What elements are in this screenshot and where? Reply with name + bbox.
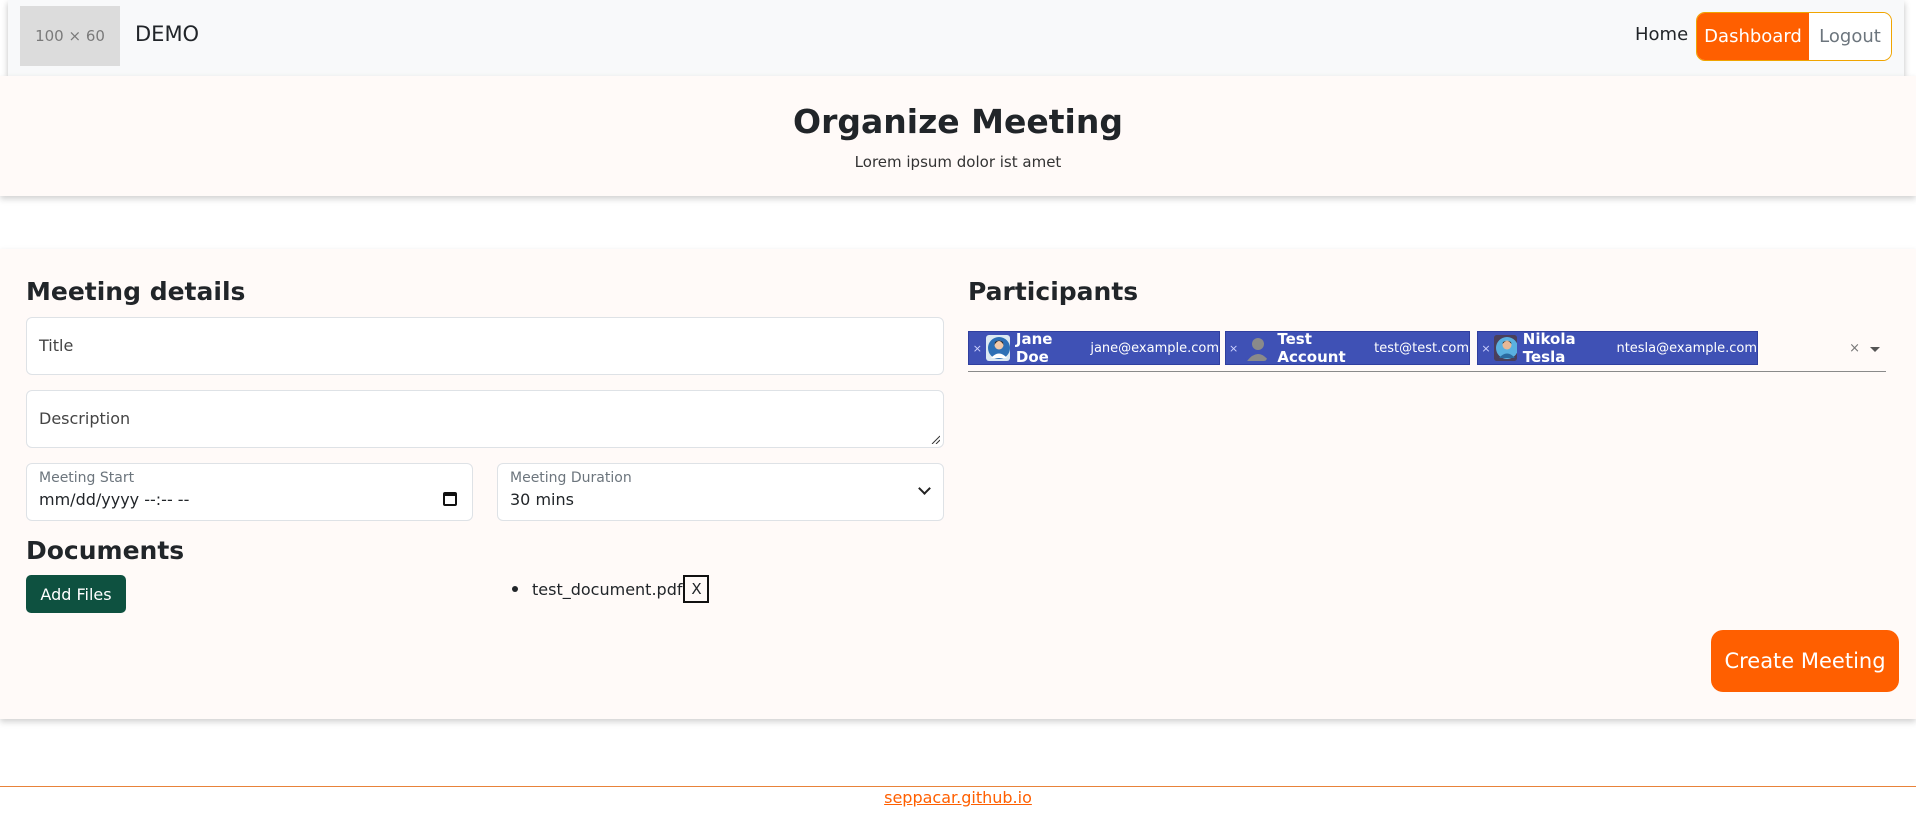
participants-select[interactable]: × Jane Doe jane@example.com × Test Accou… [968,330,1886,372]
description-placeholder: Description [39,409,131,428]
create-meeting-button[interactable]: Create Meeting [1711,630,1899,692]
logout-button[interactable]: Logout [1809,13,1891,60]
person-avatar-icon [1493,335,1517,361]
participant-email: test@test.com [1374,340,1469,356]
title-input[interactable]: Title [26,317,944,375]
clear-all-icon[interactable]: × [1849,341,1860,356]
remove-participant-icon[interactable]: × [1478,342,1494,355]
add-files-button[interactable]: Add Files [26,575,126,613]
remove-participant-icon[interactable]: × [1226,342,1241,355]
participant-tag: × Nikola Tesla ntesla@example.com [1477,330,1758,366]
meeting-start-input[interactable]: Meeting Start mm/dd/yyyy --:-- -- [26,463,473,521]
meeting-details-heading: Meeting details [26,277,246,306]
calendar-icon[interactable] [443,492,457,506]
logo-placeholder: 100 × 60 [20,6,120,66]
document-name: test_document.pdf [532,579,683,599]
participant-tag: × Test Account test@test.com [1225,330,1470,366]
nav-button-group: Dashboard Logout [1696,12,1892,61]
navbar: 100 × 60 DEMO Home Dashboard Logout [8,0,1904,76]
page-title: Organize Meeting [793,102,1123,141]
meeting-duration-select[interactable]: Meeting Duration 30 mins [497,463,944,521]
page-subtitle: Lorem ipsum dolor ist amet [854,153,1062,171]
meeting-duration-value: 30 mins [510,490,574,509]
description-textarea[interactable]: Description [26,390,944,448]
remove-document-button[interactable]: X [683,575,710,603]
caret-down-icon[interactable] [1870,347,1880,352]
participant-name: Nikola Tesla [1522,330,1576,366]
participant-tag: × Jane Doe jane@example.com [968,330,1220,366]
brand-name[interactable]: DEMO [135,22,199,46]
bullet-icon [512,586,518,592]
footer-divider [0,786,1916,787]
dashboard-button[interactable]: Dashboard [1697,13,1809,60]
participant-email: ntesla@example.com [1616,340,1757,356]
footer-link[interactable]: seppacar.github.io [0,788,1916,807]
remove-participant-icon[interactable]: × [969,342,986,355]
meeting-form: Meeting details Title Description Meetin… [0,249,1916,719]
participants-heading: Participants [968,277,1139,306]
meeting-duration-label: Meeting Duration [510,470,632,486]
resize-handle-icon[interactable] [930,434,940,444]
participant-email: jane@example.com [1090,340,1219,356]
chevron-down-icon [918,482,931,495]
nav-home-link[interactable]: Home [1635,24,1688,45]
document-list-item: test_document.pdf X [512,575,710,603]
participant-name: Test Account [1277,330,1346,366]
meeting-start-label: Meeting Start [39,470,135,486]
page-header: Organize Meeting Lorem ipsum dolor ist a… [0,76,1916,196]
default-user-icon [1245,335,1268,361]
title-placeholder: Title [39,336,74,355]
person-avatar-icon [985,335,1010,361]
documents-heading: Documents [26,536,185,565]
meeting-start-value: mm/dd/yyyy --:-- -- [39,490,190,509]
participant-name: Jane Doe [1015,330,1053,366]
